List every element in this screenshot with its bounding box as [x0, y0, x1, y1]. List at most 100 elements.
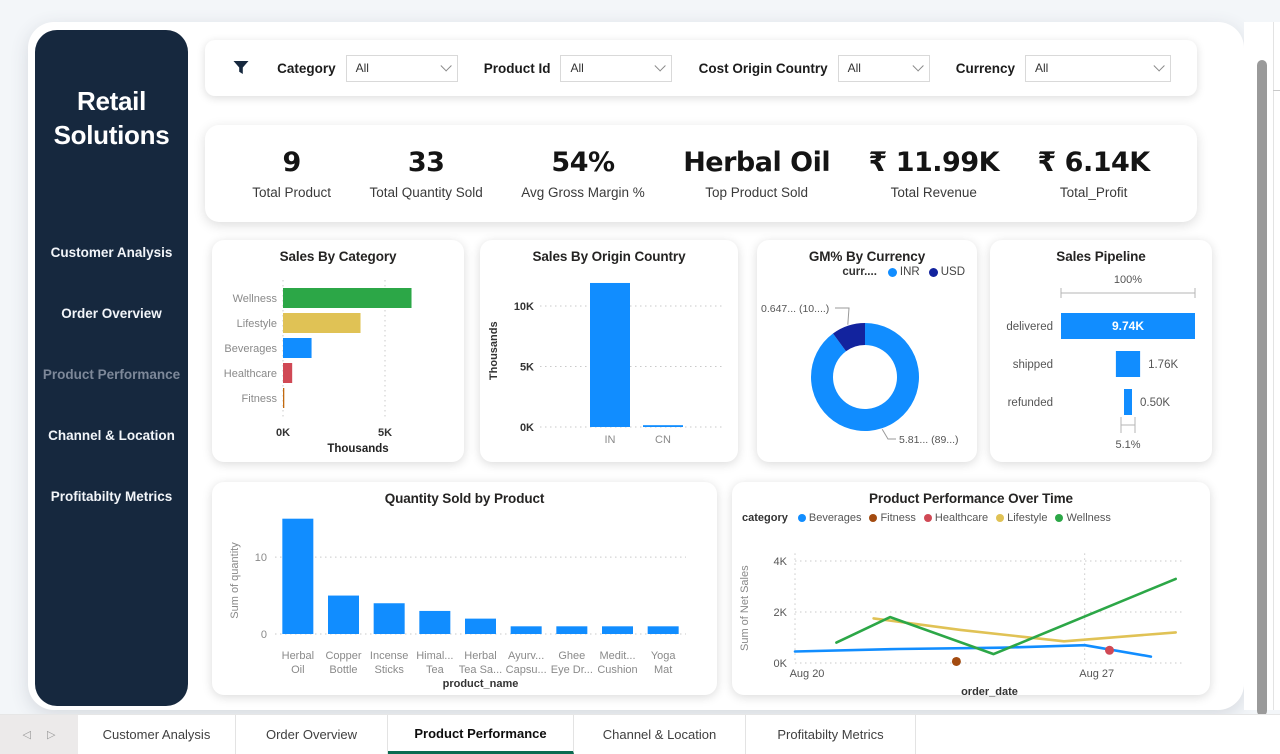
- sidebar-item-customer-analysis[interactable]: Customer Analysis: [35, 245, 188, 260]
- bar-healthcare[interactable]: [283, 363, 292, 383]
- callout-line: [882, 429, 896, 439]
- bar-in[interactable]: [590, 283, 630, 427]
- vertical-scrollbar-thumb[interactable]: [1257, 60, 1267, 716]
- legend-item-inr[interactable]: INR: [888, 266, 920, 278]
- legend-item-wellness[interactable]: Wellness: [1055, 512, 1110, 524]
- bar-herbal-tea-sa[interactable]: [465, 619, 496, 634]
- sidebar-item-profitabilty-metrics[interactable]: Profitabilty Metrics: [35, 489, 188, 504]
- filter-dropdown-product-id[interactable]: All: [560, 55, 672, 82]
- tab-prev-icon[interactable]: ◁: [23, 728, 31, 741]
- category-label: Ghee: [558, 650, 585, 662]
- x-axis-title: product_name: [443, 678, 519, 690]
- x-tick: Aug 27: [1079, 668, 1114, 680]
- category-label: Sticks: [374, 664, 404, 676]
- bar-cn[interactable]: [643, 425, 683, 427]
- series-point-fitness[interactable]: [952, 657, 961, 666]
- card-sales-by-origin-country: Sales By Origin Country 0K5K10KINCNThous…: [480, 240, 738, 462]
- category-label: Wellness: [233, 293, 278, 305]
- legend-item-lifestyle[interactable]: Lifestyle: [996, 512, 1047, 524]
- bar-lifestyle[interactable]: [283, 313, 361, 333]
- tab-channel-location[interactable]: Channel & Location: [574, 715, 746, 754]
- bar-fitness[interactable]: [283, 388, 284, 408]
- card-product-performance-over-time: Product Performance Over Time categoryBe…: [732, 482, 1210, 695]
- tab-product-performance[interactable]: Product Performance: [388, 715, 574, 754]
- filter-dropdown-category[interactable]: All: [346, 55, 458, 82]
- tab-profitabilty-metrics[interactable]: Profitabilty Metrics: [746, 715, 916, 754]
- kpi-value: Herbal Oil: [683, 147, 830, 178]
- kpi-value: ₹ 11.99K: [869, 147, 1000, 178]
- bar-yoga-mat[interactable]: [648, 626, 679, 634]
- sidebar-item-channel-location[interactable]: Channel & Location: [35, 428, 188, 443]
- bar-herbal-oil[interactable]: [282, 519, 313, 634]
- filter-label: Cost Origin Country: [699, 61, 828, 76]
- tab-next-icon[interactable]: ▷: [47, 728, 55, 741]
- y-tick: 10: [255, 552, 267, 564]
- category-label: Tea Sa...: [459, 664, 502, 676]
- filter-value: All: [1035, 61, 1048, 75]
- sidebar-item-order-overview[interactable]: Order Overview: [35, 306, 188, 321]
- legend-item-usd[interactable]: USD: [929, 266, 965, 278]
- callout-usd: 0.647... (10....): [761, 303, 829, 315]
- funnel-bar-refunded[interactable]: [1124, 389, 1132, 415]
- chart-title: Sales By Origin Country: [480, 240, 738, 264]
- category-label: Yoga: [651, 650, 677, 662]
- legend-label: INR: [900, 266, 920, 278]
- kpi-total-profit: ₹ 6.14KTotal_Profit: [1037, 147, 1149, 200]
- funnel-bar-shipped[interactable]: [1116, 351, 1140, 377]
- filter-group-product-id: Product IdAll: [484, 55, 673, 82]
- page-tab-bar: ◁ ▷ Customer AnalysisOrder OverviewProdu…: [0, 714, 1280, 754]
- bar-himal-tea[interactable]: [419, 611, 450, 634]
- sidebar-item-product-performance[interactable]: Product Performance: [35, 367, 188, 382]
- bar-wellness[interactable]: [283, 288, 412, 308]
- card-sales-by-category: Sales By Category 0K5KWellnessLifestyleB…: [212, 240, 464, 462]
- filter-dropdown-currency[interactable]: All: [1025, 55, 1171, 82]
- legend-item-healthcare[interactable]: Healthcare: [924, 512, 988, 524]
- series-line-lifestyle[interactable]: [874, 618, 1176, 641]
- tab-customer-analysis[interactable]: Customer Analysis: [78, 715, 236, 754]
- legend-dot: [929, 268, 938, 277]
- category-label: Healthcare: [224, 368, 277, 380]
- chevron-down-icon: [912, 60, 923, 71]
- filter-dropdown-cost-origin-country[interactable]: All: [838, 55, 930, 82]
- tab-order-overview[interactable]: Order Overview: [236, 715, 388, 754]
- chevron-down-icon: [440, 60, 451, 71]
- kpi-label: Top Product Sold: [683, 185, 830, 200]
- kpi-total-revenue: ₹ 11.99KTotal Revenue: [869, 147, 1000, 200]
- bar-copper-bottle[interactable]: [328, 596, 359, 634]
- funnel-stage-label: refunded: [1008, 397, 1053, 409]
- y-axis-title: Thousands: [488, 321, 500, 380]
- category-label: Herbal: [464, 650, 496, 662]
- bar-medit-cushion[interactable]: [602, 626, 633, 634]
- legend-label: Lifestyle: [1007, 512, 1047, 524]
- bar-incense-sticks[interactable]: [374, 603, 405, 634]
- category-label: Himal...: [416, 650, 453, 662]
- legend-label: Wellness: [1066, 512, 1110, 524]
- funnel-value: 1.76K: [1148, 359, 1178, 371]
- filter-group-category: CategoryAll: [277, 55, 458, 82]
- filter-group-currency: CurrencyAll: [956, 55, 1171, 82]
- kpi-label: Total Quantity Sold: [369, 185, 482, 200]
- legend-dot: [869, 514, 877, 522]
- bar-ayurv-capsu[interactable]: [511, 626, 542, 634]
- bar-beverages[interactable]: [283, 338, 312, 358]
- kpi-value: 9: [252, 147, 331, 178]
- category-label: IN: [605, 434, 616, 446]
- legend-label: Fitness: [880, 512, 915, 524]
- legend-item-beverages[interactable]: Beverages: [798, 512, 862, 524]
- filter-funnel-icon: [231, 58, 251, 78]
- filter-bar: CategoryAll Product IdAll Cost Origin Coun…: [205, 40, 1197, 96]
- category-label: Beverages: [224, 343, 277, 355]
- funnel-top-percent: 100%: [1114, 274, 1142, 286]
- x-axis-title: Thousands: [327, 443, 388, 455]
- series-line-wellness[interactable]: [836, 579, 1175, 654]
- kpi-card: 9Total Product33Total Quantity Sold54%Av…: [205, 125, 1197, 222]
- bar-ghee-eye-dr[interactable]: [556, 626, 587, 634]
- chevron-down-icon: [655, 60, 666, 71]
- legend-item-fitness[interactable]: Fitness: [869, 512, 915, 524]
- category-label: Copper: [325, 650, 361, 662]
- sales-pipeline-chart: 100%delivered9.74Kshipped1.76Krefunded0.…: [990, 264, 1212, 467]
- series-point-healthcare[interactable]: [1105, 646, 1114, 655]
- funnel-bottom-percent: 5.1%: [1115, 439, 1140, 451]
- chart-title: Product Performance Over Time: [732, 482, 1210, 506]
- category-label: Incense: [370, 650, 409, 662]
